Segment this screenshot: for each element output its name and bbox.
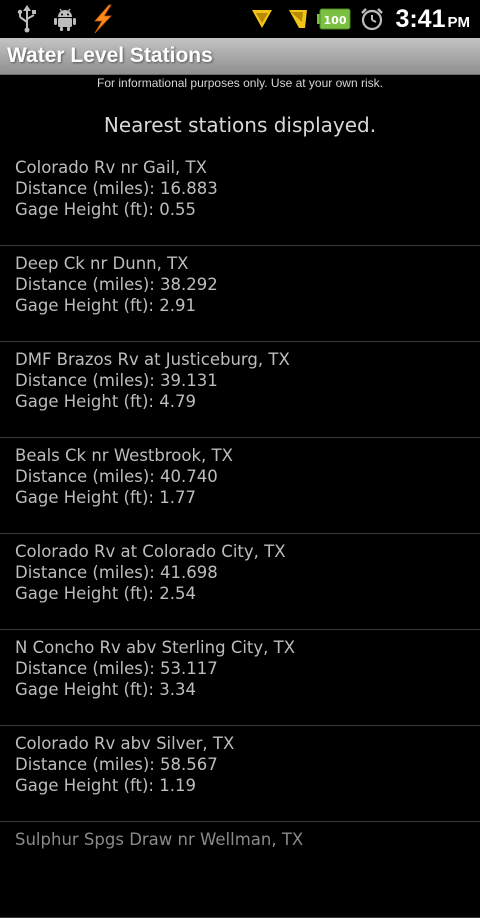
station-gage-height: Gage Height (ft): 2.54 xyxy=(15,584,196,603)
station-gage-height: Gage Height (ft): 1.19 xyxy=(15,776,196,795)
station-gage-height: Gage Height (ft): 3.34 xyxy=(15,680,196,699)
station-name: Colorado Rv at Colorado City, TX xyxy=(15,542,286,561)
list-heading: Nearest stations displayed. xyxy=(103,113,377,137)
status-bar: 100 3:41 PM xyxy=(0,0,480,38)
station-item[interactable]: DMF Brazos Rv at Justiceburg, TX Distanc… xyxy=(0,342,480,438)
station-item[interactable]: Colorado Rv at Colorado City, TX Distanc… xyxy=(0,534,480,630)
usb-icon xyxy=(17,5,36,33)
signal-icon xyxy=(289,10,307,28)
clock: 3:41 PM xyxy=(395,4,470,38)
station-name: Beals Ck nr Westbrook, TX xyxy=(15,446,233,465)
station-item[interactable]: Colorado Rv nr Gail, TX Distance (miles)… xyxy=(0,150,480,246)
station-item[interactable]: Sulphur Spgs Draw nr Wellman, TX xyxy=(0,822,480,918)
signal-icon xyxy=(252,10,272,28)
station-name: Colorado Rv nr Gail, TX xyxy=(15,158,207,177)
station-name: N Concho Rv abv Sterling City, TX xyxy=(15,638,296,657)
station-distance: Distance (miles): 58.567 xyxy=(15,755,218,774)
alarm-icon xyxy=(361,8,383,31)
station-gage-height: Gage Height (ft): 4.79 xyxy=(15,392,196,411)
clock-time: 3:41 xyxy=(395,5,446,33)
station-gage-height: Gage Height (ft): 2.91 xyxy=(15,296,196,315)
station-name: Deep Ck nr Dunn, TX xyxy=(15,254,189,273)
disclaimer-text: For informational purposes only. Use at … xyxy=(97,76,383,90)
station-distance: Distance (miles): 39.131 xyxy=(15,371,218,390)
title-bar: Water Level Stations xyxy=(0,38,480,75)
station-item[interactable]: Deep Ck nr Dunn, TX Distance (miles): 38… xyxy=(0,246,480,342)
station-distance: Distance (miles): 53.117 xyxy=(15,659,218,678)
station-list[interactable]: Colorado Rv nr Gail, TX Distance (miles)… xyxy=(0,150,480,918)
station-name: Sulphur Spgs Draw nr Wellman, TX xyxy=(15,830,304,849)
station-distance: Distance (miles): 41.698 xyxy=(15,563,218,582)
station-item[interactable]: Beals Ck nr Westbrook, TX Distance (mile… xyxy=(0,438,480,534)
station-item[interactable]: Colorado Rv abv Silver, TX Distance (mil… xyxy=(0,726,480,822)
station-name: DMF Brazos Rv at Justiceburg, TX xyxy=(15,350,290,369)
clock-ampm: PM xyxy=(447,14,471,31)
station-distance: Distance (miles): 40.740 xyxy=(15,467,218,486)
station-item[interactable]: N Concho Rv abv Sterling City, TX Distan… xyxy=(0,630,480,726)
flash-icon xyxy=(94,4,112,34)
station-distance: Distance (miles): 16.883 xyxy=(15,179,218,198)
station-distance: Distance (miles): 38.292 xyxy=(15,275,218,294)
battery-icon: 100 xyxy=(317,8,351,30)
svg-text:100: 100 xyxy=(324,14,347,27)
station-name: Colorado Rv abv Silver, TX xyxy=(15,734,235,753)
android-debug-icon xyxy=(54,8,76,31)
app-title: Water Level Stations xyxy=(7,44,213,67)
station-gage-height: Gage Height (ft): 0.55 xyxy=(15,200,196,219)
station-gage-height: Gage Height (ft): 1.77 xyxy=(15,488,196,507)
